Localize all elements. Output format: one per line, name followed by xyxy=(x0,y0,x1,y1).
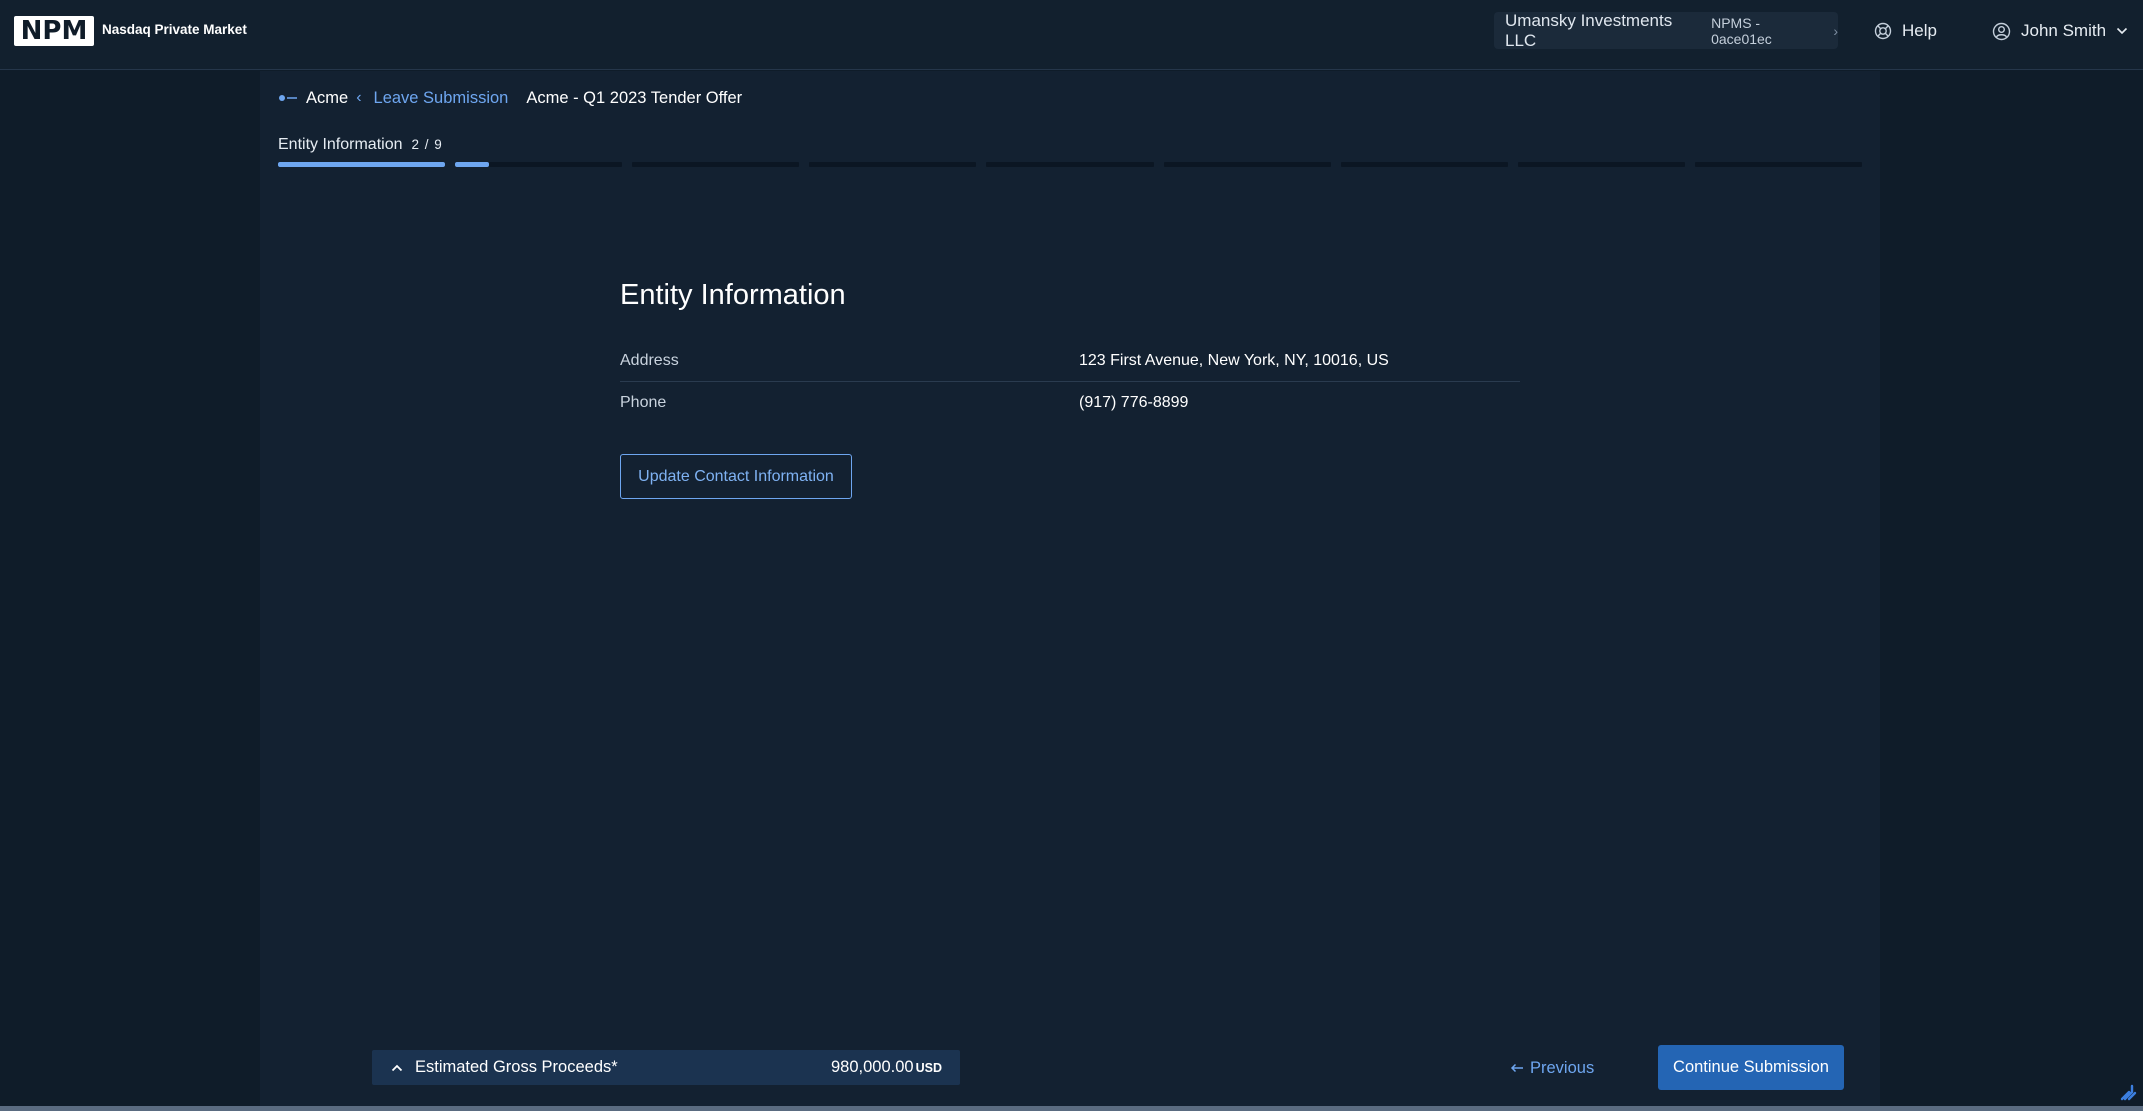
info-row-phone: Phone (917) 776-8899 xyxy=(620,382,1520,424)
chat-widget-icon[interactable] xyxy=(2120,1083,2138,1101)
progress-segment-9 xyxy=(1694,162,1862,167)
proceeds-label: Estimated Gross Proceeds* xyxy=(415,1058,618,1076)
account-name: Umansky Investments LLC xyxy=(1505,10,1673,50)
step-count: 2 / 9 xyxy=(411,137,443,152)
breadcrumb: Acme ‹ Leave Submission Acme - Q1 2023 T… xyxy=(278,86,742,110)
progress-segment-8 xyxy=(1517,162,1685,167)
lifebuoy-icon xyxy=(1874,22,1892,40)
progress-segment-5 xyxy=(986,162,1154,167)
chevron-up-icon xyxy=(391,1064,403,1071)
progress-segment-fill xyxy=(455,162,489,167)
page-title: Entity Information xyxy=(620,279,846,311)
entity-info-table: Address 123 First Avenue, New York, NY, … xyxy=(620,340,1520,424)
arrow-left-icon xyxy=(1510,1063,1523,1073)
continue-submission-button[interactable]: Continue Submission xyxy=(1658,1045,1844,1090)
breadcrumb-company: Acme xyxy=(306,88,349,107)
previous-button[interactable]: Previous xyxy=(1510,1056,1594,1080)
phone-label: Phone xyxy=(620,394,667,411)
entity-information-section: Entity Information Address 123 First Ave… xyxy=(620,279,1520,499)
address-value: 123 First Avenue, New York, NY, 10016, U… xyxy=(1079,351,1389,369)
progress-segment-3 xyxy=(632,162,800,167)
window-bottom-edge xyxy=(0,1106,2143,1111)
submission-panel: Acme ‹ Leave Submission Acme - Q1 2023 T… xyxy=(260,71,1880,1107)
address-label: Address xyxy=(620,351,679,369)
user-name: John Smith xyxy=(2021,21,2107,40)
estimated-proceeds-toggle[interactable]: Estimated Gross Proceeds* 980,000.00 USD xyxy=(372,1050,960,1085)
chevron-down-icon xyxy=(2116,27,2128,35)
progress-bar xyxy=(278,162,1862,168)
proceeds-currency: USD xyxy=(915,1060,942,1075)
progress-segment-1 xyxy=(278,162,446,167)
proceeds-value: 980,000.00 xyxy=(831,1058,914,1076)
user-avatar-icon xyxy=(1992,22,2011,40)
account-switcher[interactable]: Umansky Investments LLC NPMS - 0ace01ec … xyxy=(1494,10,1838,50)
breadcrumb-title: Acme - Q1 2023 Tender Offer xyxy=(526,88,743,107)
update-contact-information-button[interactable]: Update Contact Information xyxy=(620,454,852,499)
npm-logo[interactable]: NPM xyxy=(14,16,94,46)
progress-segment-4 xyxy=(809,162,977,167)
company-dot-icon xyxy=(279,95,297,101)
progress-segment-2 xyxy=(455,162,623,167)
leave-submission-label: Leave Submission xyxy=(373,88,509,107)
account-id: NPMS - 0ace01ec xyxy=(1711,14,1772,47)
top-navigation-bar: NPM Nasdaq Private Market Umansky Invest… xyxy=(0,0,2143,70)
leave-submission-link[interactable]: ‹ Leave Submission xyxy=(356,89,508,108)
chevron-left-icon: ‹ xyxy=(356,89,362,106)
phone-value: (917) 776-8899 xyxy=(1079,394,1189,411)
help-label: Help xyxy=(1902,21,1937,40)
step-label: Entity Information xyxy=(278,136,403,153)
chevron-right-icon: › xyxy=(1833,22,1838,39)
brand-name: Nasdaq Private Market xyxy=(102,22,247,37)
info-row-address: Address 123 First Avenue, New York, NY, … xyxy=(620,340,1520,382)
progress-segment-6 xyxy=(1163,162,1331,167)
progress-segment-7 xyxy=(1340,162,1508,167)
previous-label: Previous xyxy=(1530,1058,1595,1077)
progress-segment-fill xyxy=(278,162,446,167)
user-menu[interactable]: John Smith xyxy=(1992,18,2128,44)
step-indicator: Entity Information 2 / 9 xyxy=(278,136,443,154)
help-button[interactable]: Help xyxy=(1874,18,1937,44)
